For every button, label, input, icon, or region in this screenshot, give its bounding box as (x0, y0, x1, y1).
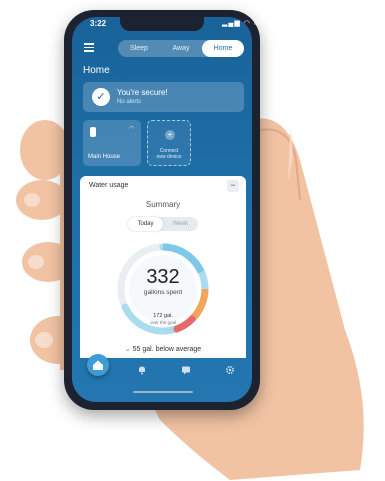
connect-device-label: Connect new device (156, 148, 182, 160)
usage-value: 332 (146, 266, 180, 288)
chevron-down-icon: ⌄ (124, 346, 131, 353)
mode-switch: Sleep Away Home (118, 40, 244, 57)
mode-tab-home[interactable]: Home (202, 40, 244, 57)
home-icon (93, 360, 103, 370)
status-time: 3:22 (90, 19, 107, 28)
page-title: Home (83, 65, 110, 76)
goal-label: over the goal (149, 320, 177, 325)
home-indicator (133, 391, 193, 393)
wifi-icon: ◠ (129, 126, 135, 132)
bell-icon[interactable] (137, 365, 147, 375)
device-name: Main House (88, 154, 121, 160)
water-usage-panel: Water usage − Summary Today Week 332 gal… (80, 176, 246, 358)
security-title: You're secure! (117, 88, 168, 97)
menu-icon[interactable] (84, 43, 94, 54)
below-average-text: ⌄ 55 gal. below average (124, 346, 202, 353)
security-subtitle: No alerts (117, 99, 142, 105)
usage-unit: gallons spent (143, 289, 183, 296)
plus-icon: + (165, 130, 175, 140)
mode-tab-away[interactable]: Away (160, 40, 202, 57)
period-tab-week[interactable]: Week (163, 217, 198, 231)
device-card-main-house[interactable]: ◠ Main House (83, 120, 141, 166)
mode-tab-sleep[interactable]: Sleep (118, 40, 160, 57)
nav-home-button[interactable] (87, 354, 109, 376)
gear-icon[interactable] (225, 365, 235, 375)
phone-notch (120, 17, 204, 31)
period-switch: Today Week (128, 217, 198, 231)
security-status-card[interactable]: ✓ You're secure! No alerts (83, 82, 244, 112)
message-icon[interactable] (181, 365, 191, 375)
summary-title: Summary (145, 200, 181, 209)
collapse-button[interactable]: − (227, 180, 239, 192)
status-icons: ▂▄▆ ◠ ▭ (222, 20, 262, 27)
goal-value: 172 gal. (153, 313, 173, 319)
check-icon: ✓ (92, 88, 110, 106)
sensor-icon (90, 127, 96, 137)
connect-device-card[interactable]: + Connect new device (147, 120, 191, 166)
period-tab-today[interactable]: Today (128, 217, 163, 231)
water-usage-title: Water usage (89, 182, 129, 189)
